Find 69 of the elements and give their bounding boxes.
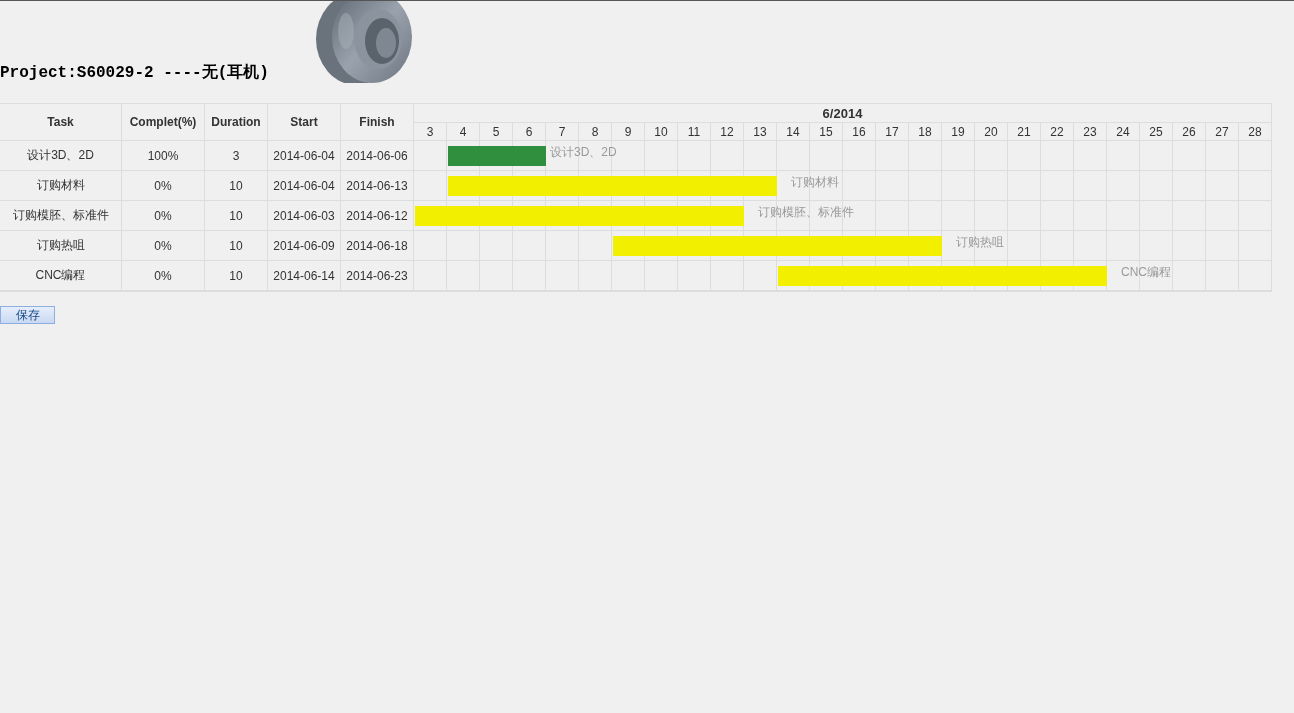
day-header: 15 — [810, 123, 843, 141]
bar-label: 订购模胚、标准件 — [758, 204, 854, 221]
day-header: 6 — [513, 123, 546, 141]
bar-label: 订购材料 — [791, 174, 839, 191]
column-header: Finish — [341, 104, 414, 141]
day-header: 11 — [678, 123, 711, 141]
month-header: 6/2014 — [414, 104, 1272, 123]
day-header: 21 — [1008, 123, 1041, 141]
table-cell: 10 — [205, 201, 268, 231]
day-header: 22 — [1041, 123, 1074, 141]
table-cell: 0% — [122, 261, 205, 291]
table-cell: 10 — [205, 171, 268, 201]
table-cell: 100% — [122, 141, 205, 171]
day-header: 12 — [711, 123, 744, 141]
table-cell: 2014-06-03 — [268, 201, 341, 231]
day-header: 9 — [612, 123, 645, 141]
table-cell: 3 — [205, 141, 268, 171]
day-header: 8 — [579, 123, 612, 141]
table-cell: 2014-06-04 — [268, 171, 341, 201]
table-cell: 订购材料 — [0, 171, 122, 201]
day-header: 17 — [876, 123, 909, 141]
day-header: 19 — [942, 123, 975, 141]
table-cell: 2014-06-18 — [341, 231, 414, 261]
column-header: Complet(%) — [122, 104, 205, 141]
day-header: 13 — [744, 123, 777, 141]
day-header: 18 — [909, 123, 942, 141]
column-header: Task — [0, 104, 122, 141]
task-bar[interactable] — [778, 266, 1107, 286]
table-cell: 设计3D、2D — [0, 141, 122, 171]
column-header: Start — [268, 104, 341, 141]
column-header: Duration — [205, 104, 268, 141]
day-header: 27 — [1206, 123, 1239, 141]
table-cell: 2014-06-12 — [341, 201, 414, 231]
day-header: 23 — [1074, 123, 1107, 141]
table-cell: 0% — [122, 201, 205, 231]
day-header: 28 — [1239, 123, 1272, 141]
task-bar[interactable] — [448, 146, 546, 166]
day-header: 5 — [480, 123, 513, 141]
task-bar[interactable] — [613, 236, 942, 256]
bar-label: 设计3D、2D — [550, 144, 617, 161]
table-cell: 2014-06-09 — [268, 231, 341, 261]
bar-label: CNC编程 — [1121, 264, 1171, 281]
table-cell: 2014-06-23 — [341, 261, 414, 291]
day-header: 25 — [1140, 123, 1173, 141]
table-cell: 10 — [205, 231, 268, 261]
table-cell: 0% — [122, 231, 205, 261]
day-header: 4 — [447, 123, 480, 141]
task-bar[interactable] — [415, 206, 744, 226]
table-cell: 订购模胚、标准件 — [0, 201, 122, 231]
table-cell: 10 — [205, 261, 268, 291]
day-header: 10 — [645, 123, 678, 141]
day-header: 7 — [546, 123, 579, 141]
day-header: 26 — [1173, 123, 1206, 141]
day-header: 24 — [1107, 123, 1140, 141]
day-header: 16 — [843, 123, 876, 141]
day-header: 20 — [975, 123, 1008, 141]
project-title: Project:S60029-2 ----无(耳机) — [0, 63, 270, 83]
table-cell: CNC编程 — [0, 261, 122, 291]
bar-label: 订购热咀 — [956, 234, 1004, 251]
task-bar[interactable] — [448, 176, 777, 196]
table-cell: 2014-06-14 — [268, 261, 341, 291]
table-cell: 2014-06-13 — [341, 171, 414, 201]
table-cell: 2014-06-06 — [341, 141, 414, 171]
day-header: 3 — [414, 123, 447, 141]
table-cell: 0% — [122, 171, 205, 201]
table-cell: 2014-06-04 — [268, 141, 341, 171]
table-cell: 订购热咀 — [0, 231, 122, 261]
save-button[interactable]: 保存 — [0, 306, 55, 324]
day-header: 14 — [777, 123, 810, 141]
